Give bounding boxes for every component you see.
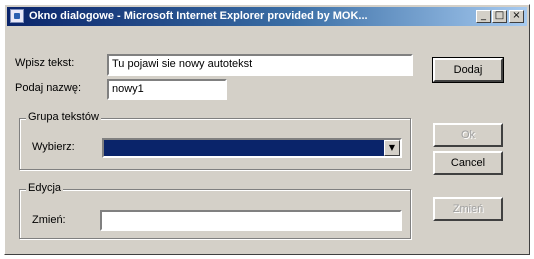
ie-window-icon [10,9,24,23]
chevron-down-icon[interactable]: ▼ [384,140,400,156]
maximize-button[interactable]: □ [492,10,507,23]
texts-group-legend: Grupa tekstów [26,111,101,123]
dialog-window: Okno dialogowe - Microsoft Internet Expl… [4,4,530,255]
name-label: Podaj nazwę: [15,82,82,94]
change-input[interactable] [100,210,402,231]
title-bar[interactable]: Okno dialogowe - Microsoft Internet Expl… [7,7,527,26]
texts-group: Grupa tekstów Wybierz: ▼ [19,111,411,170]
text-input[interactable]: Tu pojawi sie nowy autotekst [107,54,413,76]
name-input[interactable]: nowy1 [107,79,227,100]
text-group-select[interactable]: ▼ [102,138,402,158]
change-label: Zmień: [32,214,66,226]
close-button[interactable]: × [509,10,524,23]
minimize-button[interactable]: _ [476,10,491,23]
select-label: Wybierz: [32,141,75,153]
edit-group-legend: Edycja [26,182,64,194]
add-button[interactable]: Dodaj [432,57,504,83]
cancel-button[interactable]: Cancel [433,151,503,175]
change-button[interactable]: Zmień [433,197,503,221]
window-title: Okno dialogowe - Microsoft Internet Expl… [29,10,368,22]
edit-group: Edycja Zmień: [19,182,411,239]
ok-button[interactable]: Ok [433,123,503,147]
select-value [104,140,107,152]
text-label: Wpisz tekst: [15,57,75,69]
